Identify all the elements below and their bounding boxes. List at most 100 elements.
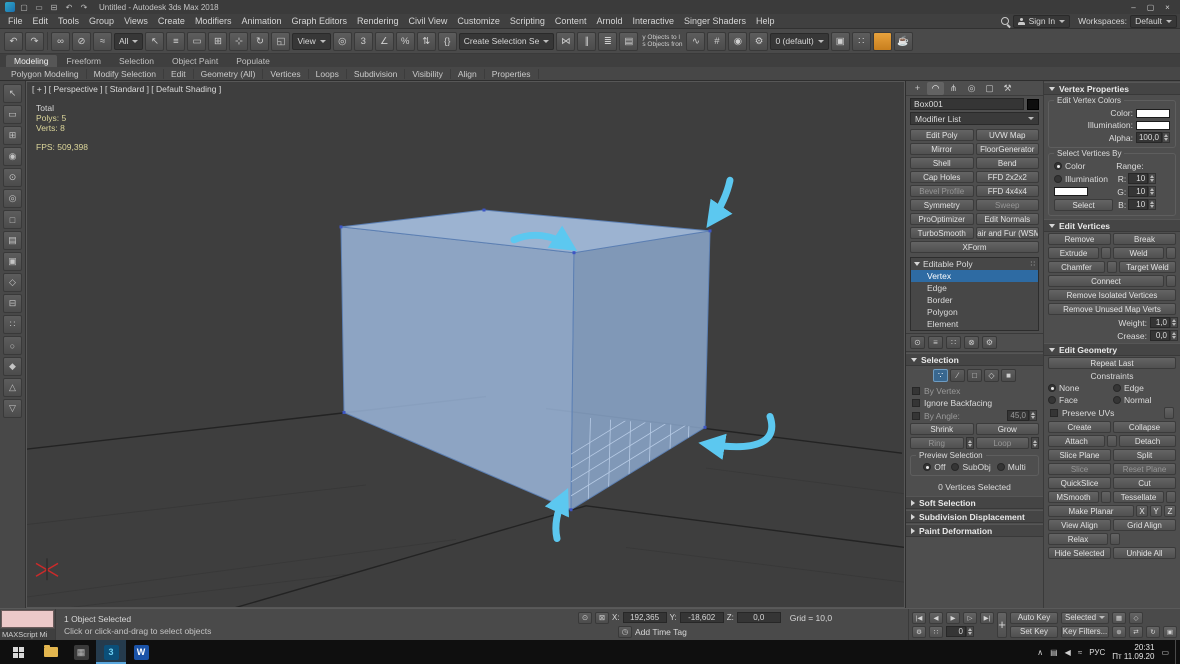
spinner-arrows[interactable] xyxy=(1148,186,1156,197)
rendered-frame-window-icon[interactable]: ▣ xyxy=(831,32,850,51)
rollout-edit-geometry[interactable]: Edit Geometry xyxy=(1044,343,1180,356)
y-coordinate-field[interactable]: -18,602 xyxy=(680,612,724,623)
menu-edit[interactable]: Edit xyxy=(28,16,54,26)
object-name-field[interactable]: Box001 xyxy=(910,98,1024,110)
border-mode-icon[interactable]: □ xyxy=(967,369,982,382)
planar-z-button[interactable]: Z xyxy=(1164,505,1176,517)
preserve-uvs-checkbox[interactable]: Preserve UVs xyxy=(1044,406,1180,420)
select-link-icon[interactable]: ∞ xyxy=(51,32,70,51)
relax-button[interactable]: Relax xyxy=(1048,533,1108,545)
modifier-button-bend[interactable]: Bend xyxy=(976,157,1040,169)
extrude-button[interactable]: Extrude xyxy=(1048,247,1099,259)
remove-unused-map-verts-button[interactable]: Remove Unused Map Verts xyxy=(1048,303,1176,315)
start-button[interactable] xyxy=(0,640,36,664)
preview-off-radio[interactable]: Off xyxy=(923,462,945,472)
taskbar-clock[interactable]: 20:31 Пт 11.09.20 xyxy=(1112,643,1154,661)
repeat-last-button[interactable]: Repeat Last xyxy=(1048,357,1176,369)
time-configuration-icon[interactable]: ⚙ xyxy=(912,626,926,638)
left-toolbar-icon[interactable]: ◉ xyxy=(3,147,22,166)
modifier-button-turbosmooth[interactable]: TurboSmooth xyxy=(910,227,974,239)
selection-lock-icon[interactable]: ⊠ xyxy=(595,612,609,624)
planar-x-button[interactable]: X xyxy=(1136,505,1148,517)
named-set-dropdown[interactable]: 0 (default) xyxy=(770,33,828,50)
a360-icon[interactable] xyxy=(873,32,892,51)
slice-plane-button[interactable]: Slice Plane xyxy=(1048,449,1111,461)
menu-graph-editors[interactable]: Graph Editors xyxy=(286,16,352,26)
mirror-icon[interactable]: ⋈ xyxy=(556,32,575,51)
select-scale-icon[interactable]: ◱ xyxy=(271,32,290,51)
tab-utilities-icon[interactable]: ⚒ xyxy=(999,82,1016,95)
modifier-button-symmetry[interactable]: Symmetry xyxy=(910,199,974,211)
msmooth-settings-button[interactable] xyxy=(1101,491,1111,503)
snap-toggle-3d-icon[interactable]: 3 xyxy=(354,32,373,51)
range-b-spinner[interactable]: 10 xyxy=(1128,199,1156,210)
left-toolbar-icon[interactable]: ⊞ xyxy=(3,126,22,145)
minimize-button[interactable]: – xyxy=(1126,2,1141,13)
constraint-face-radio[interactable]: Face xyxy=(1048,395,1111,405)
select-object-icon[interactable]: ↖ xyxy=(145,32,164,51)
angle-snap-icon[interactable]: ∠ xyxy=(375,32,394,51)
tab-hierarchy-icon[interactable]: ⋔ xyxy=(945,82,962,95)
word-taskbar-icon[interactable]: W xyxy=(126,640,156,664)
left-toolbar-icon[interactable]: ⊙ xyxy=(3,168,22,187)
reference-coordinate-dropdown[interactable]: View xyxy=(292,33,330,50)
new-file-icon[interactable]: ▢ xyxy=(18,2,30,13)
render-setup-icon[interactable]: ⚙ xyxy=(749,32,768,51)
rollout-selection[interactable]: Selection xyxy=(906,353,1043,366)
ribbon-panel-vertices[interactable]: Vertices xyxy=(263,69,308,79)
ribbon-panel-visibility[interactable]: Visibility xyxy=(405,69,451,79)
left-toolbar-icon[interactable]: ▽ xyxy=(3,399,22,418)
set-key-button[interactable]: Set Key xyxy=(1010,626,1058,638)
spinner-arrows[interactable] xyxy=(1162,132,1170,143)
ribbon-panel-properties[interactable]: Properties xyxy=(485,69,539,79)
stack-item-edge[interactable]: Edge xyxy=(911,282,1038,294)
ribbon-panel-edit[interactable]: Edit xyxy=(164,69,194,79)
tab-object-paint[interactable]: Object Paint xyxy=(164,55,226,67)
next-frame-button[interactable]: ▷ xyxy=(963,612,977,624)
unlink-icon[interactable]: ⊘ xyxy=(72,32,91,51)
pin-stack-icon[interactable]: ⊙ xyxy=(910,336,925,349)
maxscript-input[interactable] xyxy=(1,610,54,628)
ignore-backfacing-checkbox[interactable]: Ignore Backfacing xyxy=(906,397,1043,409)
menu-animation[interactable]: Animation xyxy=(236,16,286,26)
range-g-spinner[interactable]: 10 xyxy=(1128,186,1156,197)
stack-item-element[interactable]: Element xyxy=(911,318,1038,330)
tab-freeform[interactable]: Freeform xyxy=(59,55,109,67)
loop-spinner[interactable] xyxy=(1031,437,1039,449)
left-toolbar-icon[interactable]: △ xyxy=(3,378,22,397)
cut-button[interactable]: Cut xyxy=(1113,477,1176,489)
search-icon[interactable] xyxy=(1000,16,1011,27)
left-toolbar-icon[interactable]: ∷ xyxy=(3,315,22,334)
spinner-arrows[interactable] xyxy=(1170,317,1178,328)
taskbar-app-icon[interactable]: ▦ xyxy=(66,640,96,664)
menu-create[interactable]: Create xyxy=(153,16,190,26)
maximize-button[interactable]: ▢ xyxy=(1143,2,1158,13)
viewport-label[interactable]: [ + ] [ Perspective ] [ Standard ] [ Def… xyxy=(32,84,221,94)
connect-settings-button[interactable] xyxy=(1166,275,1176,287)
redo-icon[interactable]: ↷ xyxy=(25,32,44,51)
grid-align-button[interactable]: Grid Align xyxy=(1113,519,1176,531)
keying-options-icon[interactable]: ∷ xyxy=(929,626,943,638)
app-logo-icon[interactable] xyxy=(5,2,15,12)
vertex-mode-icon[interactable]: ∵ xyxy=(933,369,948,382)
undo-icon[interactable]: ↶ xyxy=(63,2,75,13)
modifier-list-dropdown[interactable]: Modifier List xyxy=(910,112,1039,125)
layer-manager-icon[interactable]: ≣ xyxy=(598,32,617,51)
tessellate-settings-button[interactable] xyxy=(1166,491,1176,503)
chamfer-button[interactable]: Chamfer xyxy=(1048,261,1105,273)
left-toolbar-icon[interactable]: ◆ xyxy=(3,357,22,376)
material-editor-icon[interactable]: ◉ xyxy=(728,32,747,51)
illumination-swatch[interactable] xyxy=(1136,121,1170,130)
render-production-icon[interactable]: ☕ xyxy=(894,32,913,51)
preserve-uvs-settings-button[interactable] xyxy=(1164,407,1174,419)
view-align-button[interactable]: View Align xyxy=(1048,519,1111,531)
select-by-name-icon[interactable]: ≡ xyxy=(166,32,185,51)
file-explorer-icon[interactable] xyxy=(36,640,66,664)
polygon-mode-icon[interactable]: ◇ xyxy=(984,369,999,382)
open-file-icon[interactable]: ▭ xyxy=(33,2,45,13)
hide-selected-button[interactable]: Hide Selected xyxy=(1048,547,1111,559)
object-color-swatch[interactable] xyxy=(1027,99,1039,110)
pan-icon[interactable]: ⇄ xyxy=(1129,626,1143,638)
isolate-selection-icon[interactable]: ⊙ xyxy=(578,612,592,624)
schematic-view-icon[interactable]: # xyxy=(707,32,726,51)
